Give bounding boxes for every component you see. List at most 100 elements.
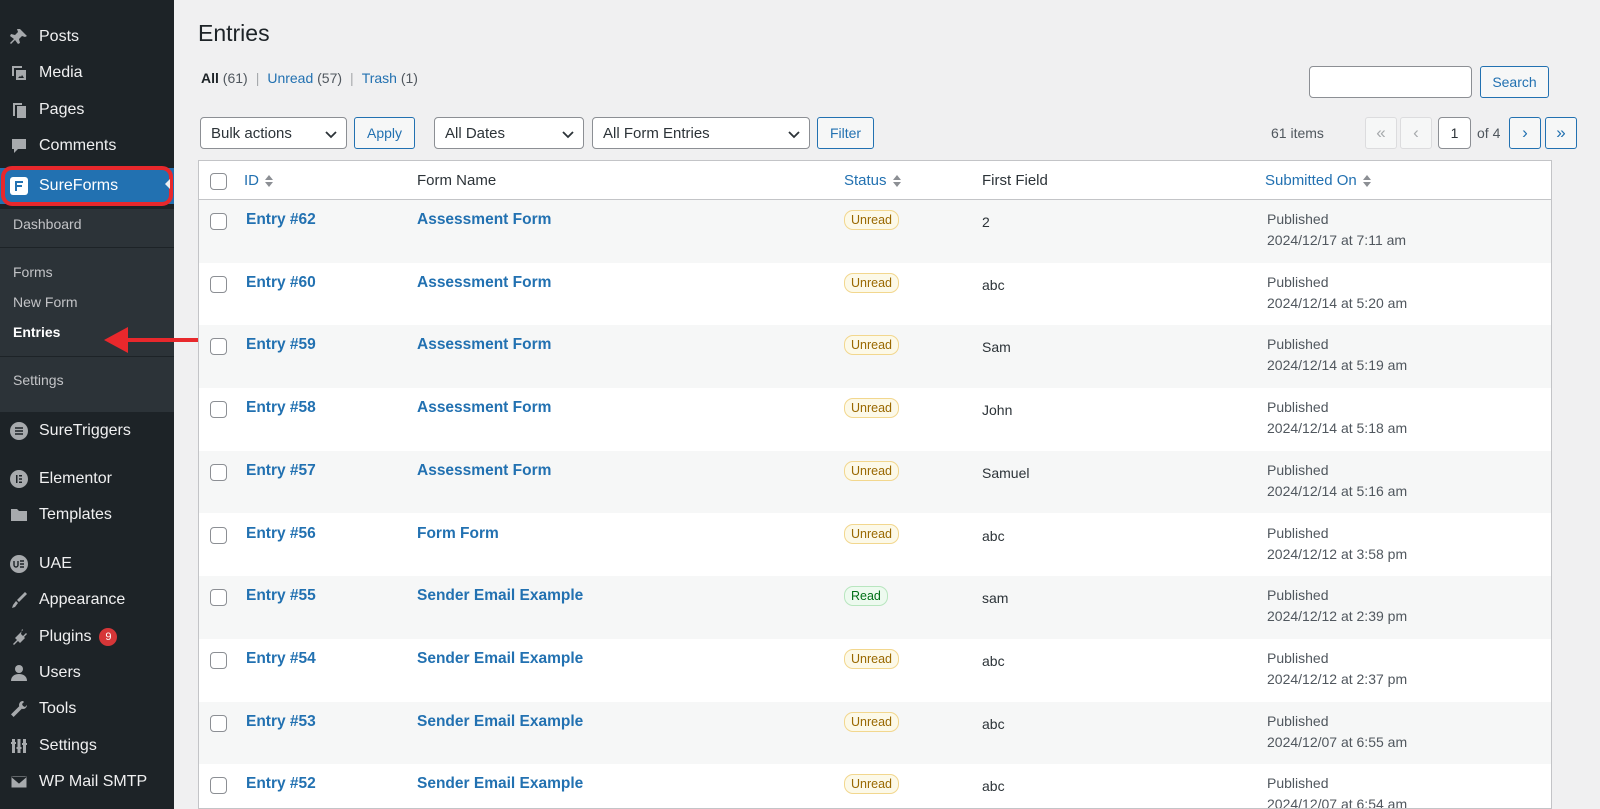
sidebar-item-users[interactable]: Users [0, 655, 174, 691]
row-checkbox[interactable] [210, 589, 227, 607]
column-header-form-name: Form Name [417, 172, 497, 189]
row-checkbox[interactable] [210, 213, 227, 230]
sidebar-item-uae[interactable]: UAE [0, 546, 174, 582]
row-checkbox[interactable] [210, 714, 227, 732]
sidebar-item-label: UAE [39, 555, 72, 572]
form-name-link[interactable]: Assessment Form [417, 462, 551, 480]
row-checkbox[interactable] [210, 275, 227, 293]
submitted-date: 2024/12/07 at 6:55 am [1267, 733, 1408, 750]
pages-icon [9, 100, 29, 120]
sidebar-item-plugins[interactable]: Plugins 9 [0, 619, 174, 655]
submenu-item-entries[interactable]: Entries [13, 324, 60, 340]
last-page-button[interactable]: » [1545, 117, 1577, 149]
sidebar-item-templates[interactable]: Templates [0, 497, 174, 533]
entry-id-link[interactable]: Entry #54 [246, 650, 316, 668]
row-checkbox[interactable] [210, 338, 227, 356]
submitted-date: 2024/12/14 at 5:18 am [1267, 420, 1408, 437]
view-all[interactable]: All (61) [201, 70, 248, 86]
first-field-value: Samuel [982, 464, 1030, 481]
active-menu-caret [165, 179, 170, 189]
form-name-link[interactable]: Assessment Form [417, 211, 551, 229]
submenu-item-forms[interactable]: Forms [13, 264, 53, 280]
items-count: 61 items [1271, 125, 1324, 141]
dates-filter-select[interactable]: All Dates [434, 117, 584, 149]
submenu-item-dashboard[interactable]: Dashboard [13, 216, 82, 232]
view-unread-label[interactable]: Unread [267, 70, 313, 86]
form-name-link[interactable]: Sender Email Example [417, 650, 583, 668]
row-checkbox[interactable] [210, 651, 227, 669]
entry-id-link[interactable]: Entry #52 [246, 775, 316, 793]
search-button[interactable]: Search [1480, 66, 1549, 98]
entry-id-link[interactable]: Entry #62 [246, 211, 316, 229]
form-name-link[interactable]: Sender Email Example [417, 587, 583, 605]
current-page-input[interactable]: 1 [1438, 117, 1471, 149]
table-row: Entry #53 Sender Email Example Unread abc Pu… [199, 701, 1551, 765]
form-name-link[interactable]: Assessment Form [417, 336, 551, 354]
entry-id-link[interactable]: Entry #55 [246, 587, 316, 605]
column-header-label: Submitted On [1265, 172, 1357, 189]
form-filter-select[interactable]: All Form Entries [592, 117, 810, 149]
form-name-link[interactable]: Assessment Form [417, 399, 551, 417]
sidebar-item-wp-mail-smtp[interactable]: WP Mail SMTP [0, 764, 174, 800]
sidebar-item-elementor[interactable]: Elementor [0, 461, 174, 497]
sidebar-item-pages[interactable]: Pages [0, 92, 174, 128]
view-all-count: (61) [222, 70, 248, 86]
first-field-value: sam [982, 590, 1009, 607]
media-icon [9, 63, 29, 83]
view-unread[interactable]: Unread (57) [267, 70, 342, 86]
submitted-status: Published [1267, 211, 1329, 227]
form-name-link[interactable]: Assessment Form [417, 274, 551, 292]
submitted-date: 2024/12/12 at 2:37 pm [1267, 670, 1408, 687]
first-page-button[interactable]: « [1365, 117, 1397, 149]
sidebar-item-media[interactable]: Media [0, 55, 174, 91]
status-badge: Unread [844, 335, 899, 356]
row-checkbox[interactable] [210, 463, 227, 481]
status-badge: Unread [844, 210, 899, 230]
sidebar-item-tools[interactable]: Tools [0, 691, 174, 727]
elementor-icon [9, 469, 29, 489]
form-name-link[interactable]: Sender Email Example [417, 775, 583, 793]
status-badge: Unread [844, 523, 899, 544]
prev-page-button[interactable]: ‹ [1400, 117, 1432, 149]
entry-id-link[interactable]: Entry #56 [246, 525, 316, 543]
form-name-link[interactable]: Sender Email Example [417, 713, 583, 731]
next-page-button[interactable]: › [1509, 117, 1541, 149]
entry-id-link[interactable]: Entry #59 [246, 336, 316, 354]
search-input[interactable] [1309, 66, 1472, 98]
row-checkbox[interactable] [210, 526, 227, 544]
entry-id-link[interactable]: Entry #57 [246, 462, 316, 480]
sidebar-item-label: Plugins [39, 628, 92, 645]
row-checkbox[interactable] [210, 777, 227, 795]
form-name-link[interactable]: Form Form [417, 525, 499, 543]
sidebar-item-comments[interactable]: Comments [0, 128, 174, 164]
sidebar-item-label: Pages [39, 101, 85, 118]
view-trash-label[interactable]: Trash [362, 70, 397, 86]
table-row: Entry #60 Assessment Form Unread abc Publish… [199, 263, 1551, 326]
column-header-id[interactable]: ID [244, 172, 273, 189]
entry-id-link[interactable]: Entry #58 [246, 399, 316, 417]
apply-button[interactable]: Apply [354, 117, 415, 149]
submenu-item-new-form[interactable]: New Form [13, 294, 78, 310]
select-all-checkbox[interactable] [210, 173, 227, 190]
folder-icon [9, 505, 29, 525]
sidebar-item-suretriggers[interactable]: SureTriggers [0, 413, 174, 449]
view-trash[interactable]: Trash (1) [362, 70, 418, 86]
entry-id-link[interactable]: Entry #60 [246, 274, 316, 292]
uae-icon [9, 554, 29, 574]
sort-icon [265, 174, 273, 187]
sidebar-item-posts[interactable]: Posts [0, 19, 174, 55]
column-header-submitted-on[interactable]: Submitted On [1265, 172, 1371, 189]
submitted-date: 2024/12/07 at 6:54 am [1267, 796, 1408, 809]
view-separator: | [255, 70, 260, 86]
column-header-status[interactable]: Status [844, 172, 901, 189]
row-checkbox[interactable] [210, 401, 227, 419]
first-field-value: Sam [982, 339, 1011, 356]
submenu-item-settings[interactable]: Settings [13, 372, 64, 388]
submitted-date: 2024/12/14 at 5:19 am [1267, 357, 1408, 374]
sidebar-item-settings[interactable]: Settings [0, 728, 174, 764]
bulk-actions-select[interactable]: Bulk actions [200, 117, 347, 149]
filter-button[interactable]: Filter [817, 117, 874, 149]
status-badge: Unread [844, 648, 899, 669]
entry-id-link[interactable]: Entry #53 [246, 713, 316, 731]
sidebar-item-appearance[interactable]: Appearance [0, 582, 174, 618]
